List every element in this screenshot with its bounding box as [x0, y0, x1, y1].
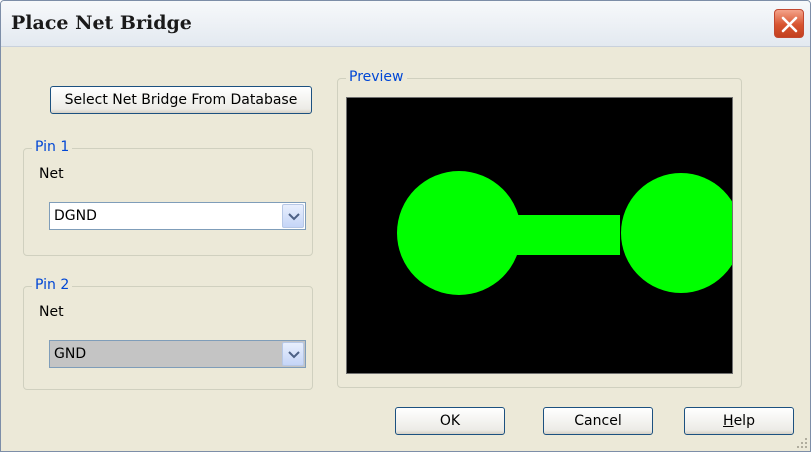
preview-canvas [346, 97, 741, 374]
title-bar[interactable]: Place Net Bridge [1, 1, 810, 47]
preview-group: Preview [337, 69, 742, 388]
pin2-group: Pin 2 Net GND [23, 277, 313, 390]
cancel-button[interactable]: Cancel [543, 407, 653, 435]
dialog-window: Place Net Bridge Select Net Bridge From … [0, 0, 811, 452]
window-title: Place Net Bridge [11, 12, 192, 34]
chevron-down-icon [288, 213, 300, 221]
pin2-legend: Pin 2 [32, 277, 73, 293]
net-bridge-shape [397, 171, 741, 295]
help-label-rest: elp [733, 413, 755, 429]
preview-legend: Preview [346, 69, 407, 85]
help-button[interactable]: Help [684, 407, 794, 435]
select-net-bridge-button[interactable]: Select Net Bridge From Database [50, 86, 312, 114]
close-button[interactable] [774, 9, 804, 38]
pin1-legend: Pin 1 [32, 139, 73, 155]
ok-button[interactable]: OK [395, 407, 505, 435]
pin2-net-select[interactable]: GND [49, 340, 306, 368]
pin2-dropdown-button[interactable] [282, 342, 304, 366]
pin1-net-value: DGND [54, 208, 97, 224]
pin2-net-label: Net [39, 304, 64, 320]
help-mnemonic: H [723, 413, 734, 429]
pin1-dropdown-button[interactable] [282, 204, 304, 228]
pin2-net-value: GND [54, 346, 87, 362]
dialog-body: Select Net Bridge From Database Pin 1 Ne… [7, 51, 804, 445]
pin1-net-label: Net [39, 166, 64, 182]
close-icon [781, 16, 798, 33]
resize-grip-icon[interactable] [796, 437, 808, 449]
pin1-net-select[interactable]: DGND [49, 202, 306, 230]
pin1-group: Pin 1 Net DGND [23, 139, 313, 256]
chevron-down-icon [288, 351, 300, 359]
